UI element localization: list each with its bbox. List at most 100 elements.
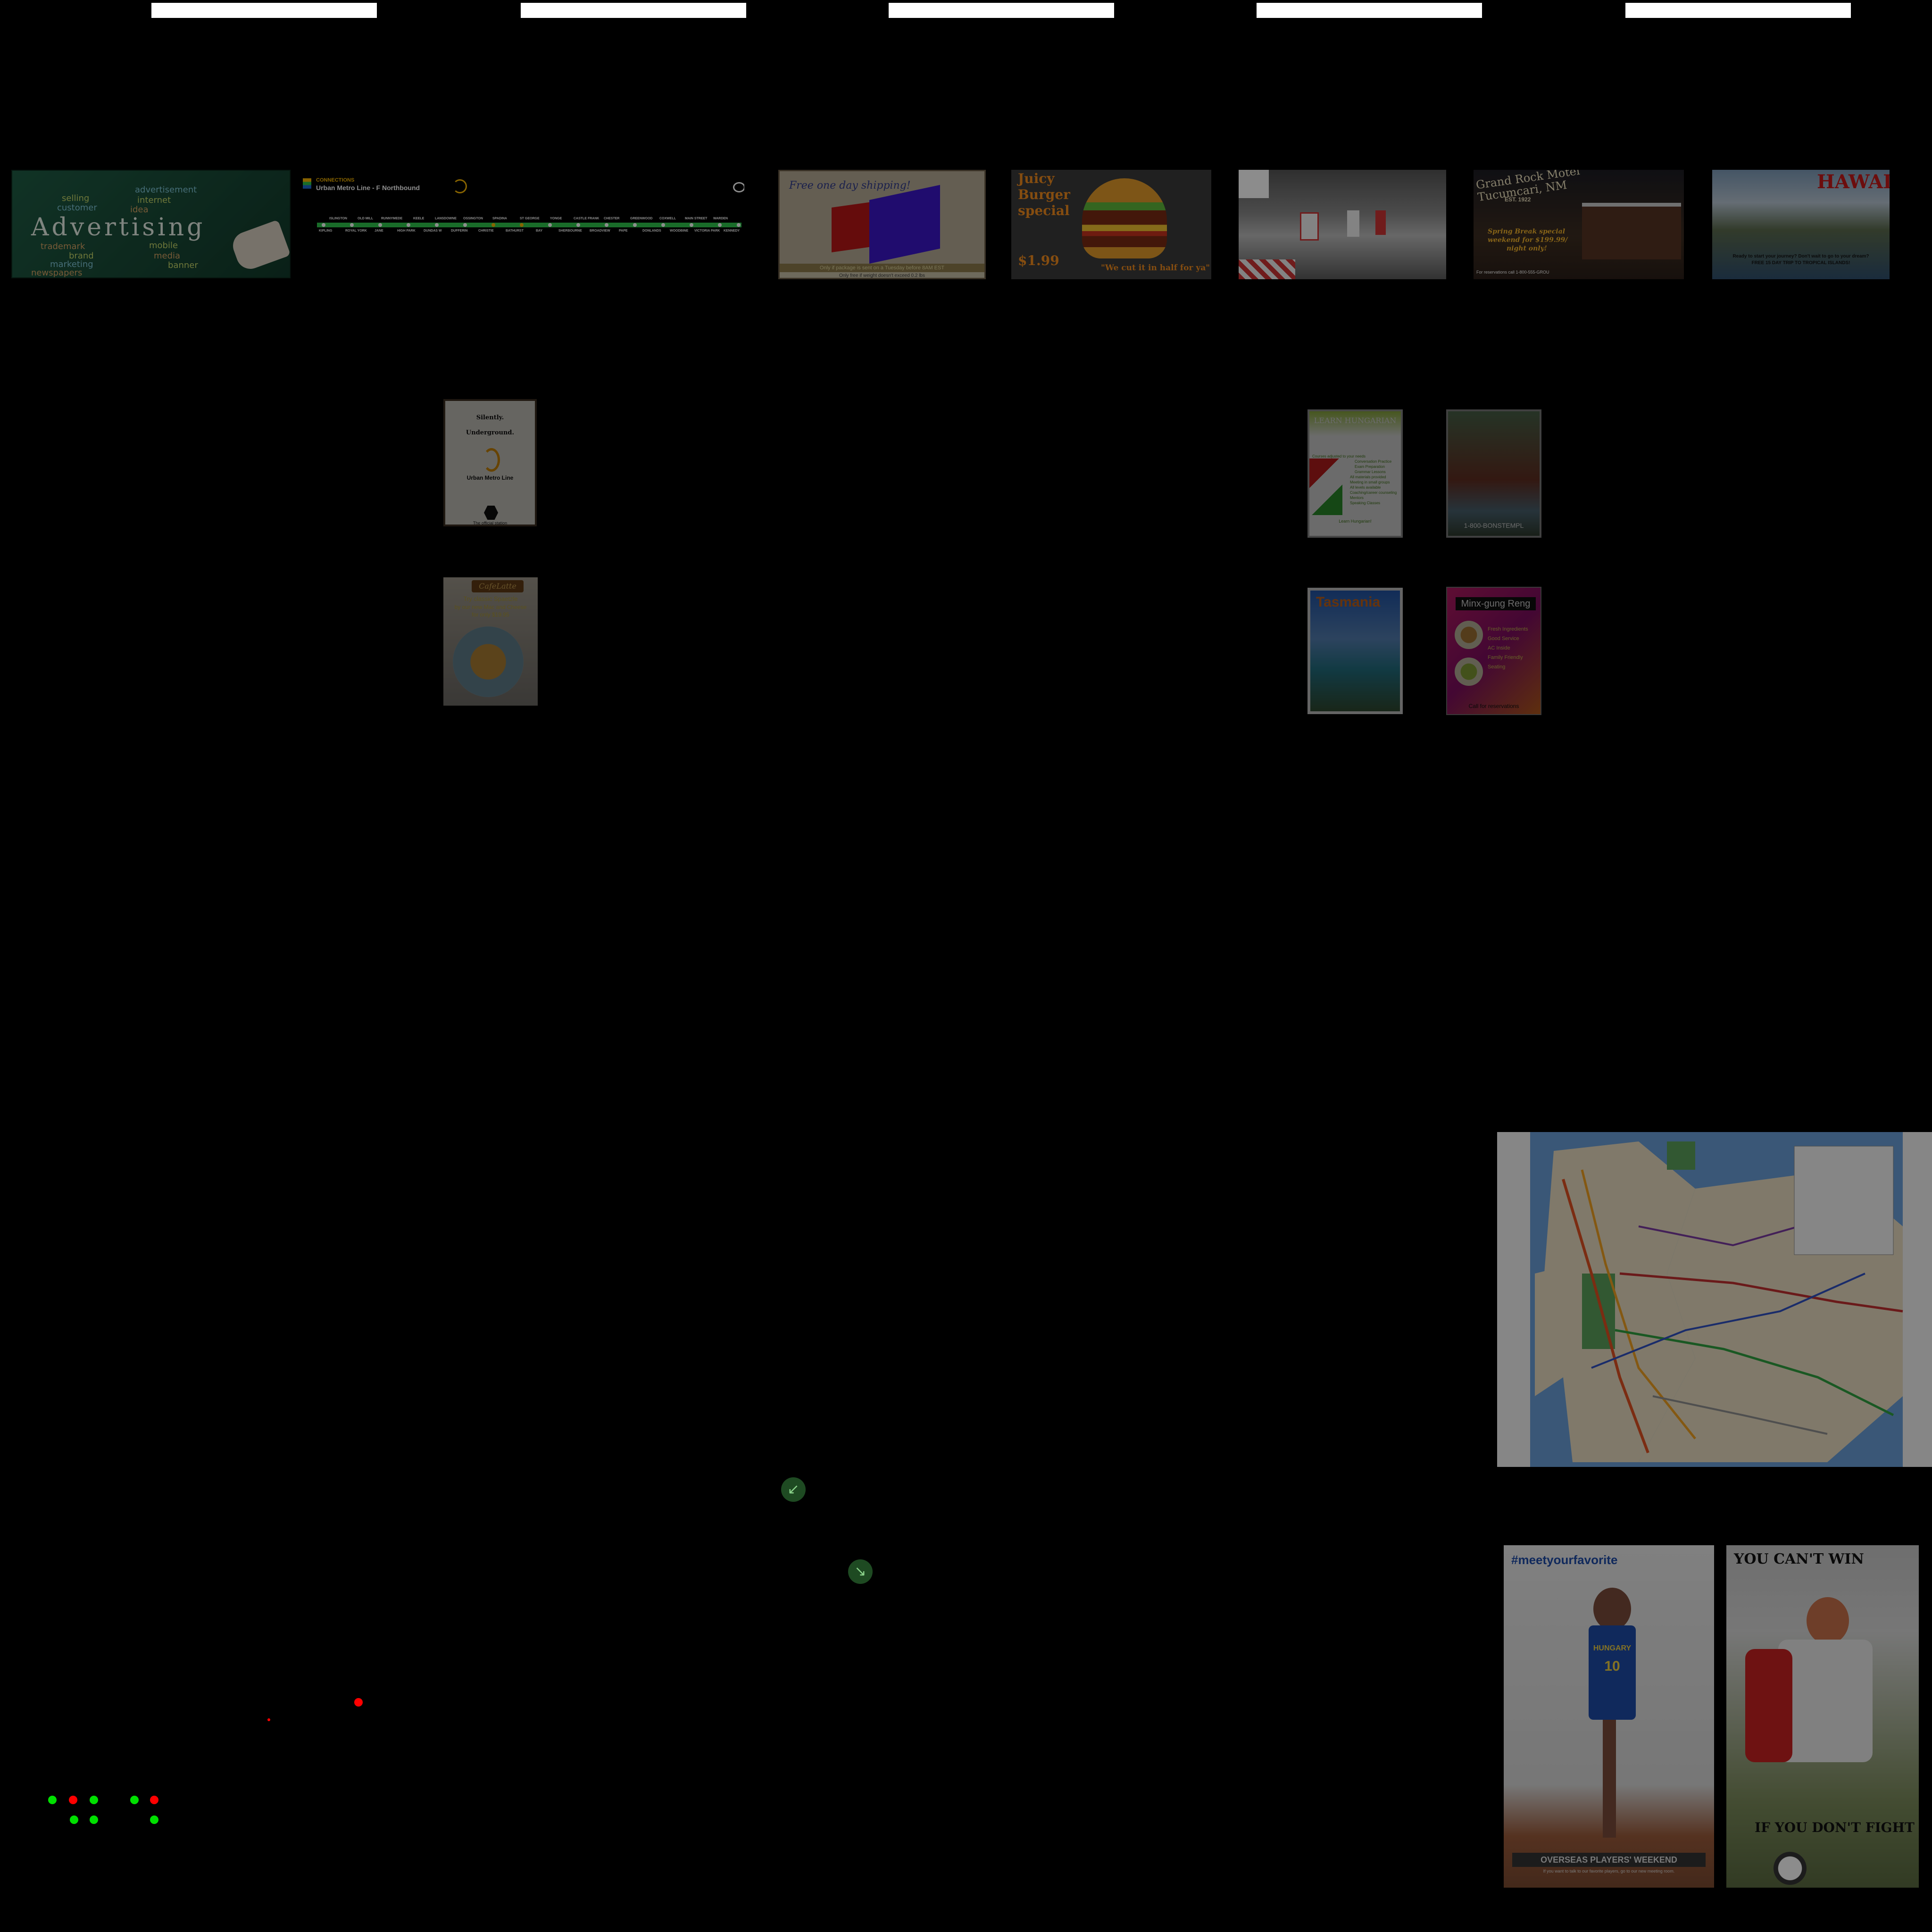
word-media: media — [154, 251, 181, 261]
basketball-poster[interactable]: #meetyourfavorite HUNGARY 10 OVERSEAS PL… — [1504, 1545, 1714, 1888]
hexagon-icon — [484, 506, 498, 520]
metro-logo-icon — [483, 448, 500, 472]
station-stop — [407, 223, 410, 227]
hungarian-item: Meeting in small groups — [1350, 480, 1390, 484]
temple-poster[interactable]: 1-800-BONSTEMPL — [1446, 409, 1541, 538]
hawaii-line2: FREE 15 DAY TRIP TO TROPICAL ISLANDS! — [1751, 260, 1850, 266]
station-sign — [1239, 170, 1269, 198]
hungarian-footer: Learn Hungarian! — [1339, 519, 1372, 524]
burger-ad[interactable]: Juicy Burger special $1.99 "We cut it in… — [1011, 170, 1211, 279]
shipping-ad[interactable]: Free one day shipping! Only if package i… — [778, 170, 986, 279]
green-status-dot — [90, 1796, 98, 1804]
advertising-word: Advertising — [31, 213, 206, 242]
burger-title-line: Juicy — [1018, 171, 1055, 186]
football-ball-image — [1774, 1852, 1807, 1885]
word-banner: banner — [168, 260, 198, 270]
station-label: LANSDOWNE — [435, 217, 457, 220]
station-label: BROADVIEW — [590, 229, 610, 233]
station-stop — [605, 223, 608, 227]
tasmania-poster[interactable]: Tasmania — [1307, 588, 1403, 714]
station-label: KENNEDY — [724, 229, 740, 233]
motel-offer-line: night only! — [1507, 245, 1547, 252]
hungarian-list: Courses adjusted to your needs Conversat… — [1312, 454, 1397, 506]
hawaii-title: HAWAII — [1817, 171, 1890, 193]
burger-image — [1082, 178, 1167, 258]
station-label: WARDEN — [713, 217, 728, 220]
cafe-poster[interactable]: CafeLatte Try classic Spaetzle by our ne… — [443, 577, 538, 706]
connections-icon — [303, 178, 311, 189]
jersey-number: 10 — [1604, 1658, 1620, 1674]
red-status-dot — [69, 1796, 77, 1804]
arrow-down-left-icon[interactable]: ↙ — [781, 1477, 806, 1502]
food-bowl-image — [1455, 621, 1483, 649]
minx-item: AC Inside — [1488, 645, 1510, 651]
station-label: BATHURST — [506, 229, 524, 233]
green-status-dot — [90, 1815, 98, 1824]
burger-title: Juicy Burger special — [1018, 171, 1070, 219]
subway-station-image[interactable] — [1239, 170, 1446, 279]
metro-poster-line2: Underground. — [466, 429, 515, 436]
station-label: DUFFERIN — [451, 229, 468, 233]
station-stop-transfer — [520, 223, 524, 227]
minx-list: Fresh Ingredients Good Service AC Inside… — [1488, 625, 1541, 672]
station-stop — [435, 223, 439, 227]
metro-poster[interactable]: Silently. Underground. Urban Metro Line … — [443, 399, 537, 526]
station-stop — [576, 223, 580, 227]
top-bar-2 — [521, 3, 746, 18]
station-label: DONLANDS — [642, 229, 661, 233]
station-label: CASTLE FRANK — [574, 217, 600, 220]
advertising-board[interactable]: Advertising selling customer trademark b… — [11, 170, 291, 278]
station-stop — [350, 223, 354, 227]
shipping-line1: Only if package is sent on a Tuesday bef… — [780, 264, 984, 272]
station-stop — [322, 223, 325, 227]
green-status-dot — [130, 1796, 139, 1804]
station-stop — [463, 223, 467, 227]
cafe-brand: CafeLatte — [472, 580, 524, 592]
hungarian-item: Exam Preparation — [1355, 465, 1385, 469]
hungarian-item: All materials provided — [1350, 475, 1386, 479]
hazard-stripes — [1239, 259, 1295, 279]
motel-est: EST. 1922 — [1505, 196, 1531, 203]
temple-phone: 1-800-BONSTEMPL — [1464, 522, 1524, 529]
station-stop — [661, 223, 665, 227]
burger-title-line: special — [1018, 203, 1070, 218]
circle-marker-icon — [733, 182, 744, 192]
minx-poster[interactable]: Minx-gung Reng Fresh Ingredients Good Se… — [1446, 587, 1541, 715]
station-label: PAPE — [619, 229, 628, 233]
motel-offer-line: weekend for $199.99/ — [1488, 236, 1568, 244]
burger-title-line: Burger — [1018, 187, 1070, 202]
football-poster[interactable]: YOU CAN'T WIN IF YOU DON'T FIGHT — [1726, 1545, 1919, 1888]
hungarian-poster[interactable]: LEARN HUNGARIAN Courses adjusted to your… — [1307, 409, 1403, 538]
hungarian-item: Courses adjusted to your needs — [1312, 454, 1366, 458]
subway-map[interactable] — [1497, 1132, 1932, 1467]
sport-top-text: YOU CAN'T WIN — [1734, 1551, 1864, 1567]
motel-building-image — [1582, 203, 1681, 259]
metro-line-map[interactable]: CONNECTIONS Urban Metro Line - F Northbo… — [300, 175, 744, 269]
top-bar-3 — [889, 3, 1114, 18]
station-label: CHRISTIE — [478, 229, 494, 233]
hawaii-ad[interactable]: HAWAII Ready to start your journey? Don'… — [1712, 170, 1890, 279]
word-selling: selling — [62, 193, 90, 203]
player-leg-image — [1603, 1720, 1616, 1838]
metro-title: Urban Metro Line - F Northbound — [316, 184, 420, 192]
red-status-dot — [354, 1698, 363, 1707]
station-label: KEELE — [413, 217, 425, 220]
metro-route-line — [317, 223, 741, 227]
green-status-dot — [70, 1815, 78, 1824]
hungarian-title: LEARN HUNGARIAN — [1314, 416, 1397, 425]
subway-map-graphic — [1530, 1132, 1903, 1467]
motel-offer-line: Spring Break special — [1488, 228, 1566, 235]
station-stop — [737, 223, 741, 227]
station-label: ROYAL YORK — [345, 229, 367, 233]
metro-poster-brand: Urban Metro Line — [466, 475, 514, 481]
metro-poster-line1: Silently. — [476, 414, 504, 421]
station-stop — [548, 223, 552, 227]
station-label: SPADINA — [492, 217, 507, 220]
top-bar-5 — [1625, 3, 1851, 18]
station-stop — [718, 223, 722, 227]
ad-panel — [1347, 210, 1359, 237]
arrow-down-right-icon[interactable]: ↘ — [848, 1559, 873, 1584]
burger-price: $1.99 — [1018, 253, 1059, 268]
food-plate-image — [453, 626, 524, 697]
motel-ad[interactable]: Grand Rock Motel Tucumcari, NM EST. 1922… — [1474, 170, 1684, 279]
